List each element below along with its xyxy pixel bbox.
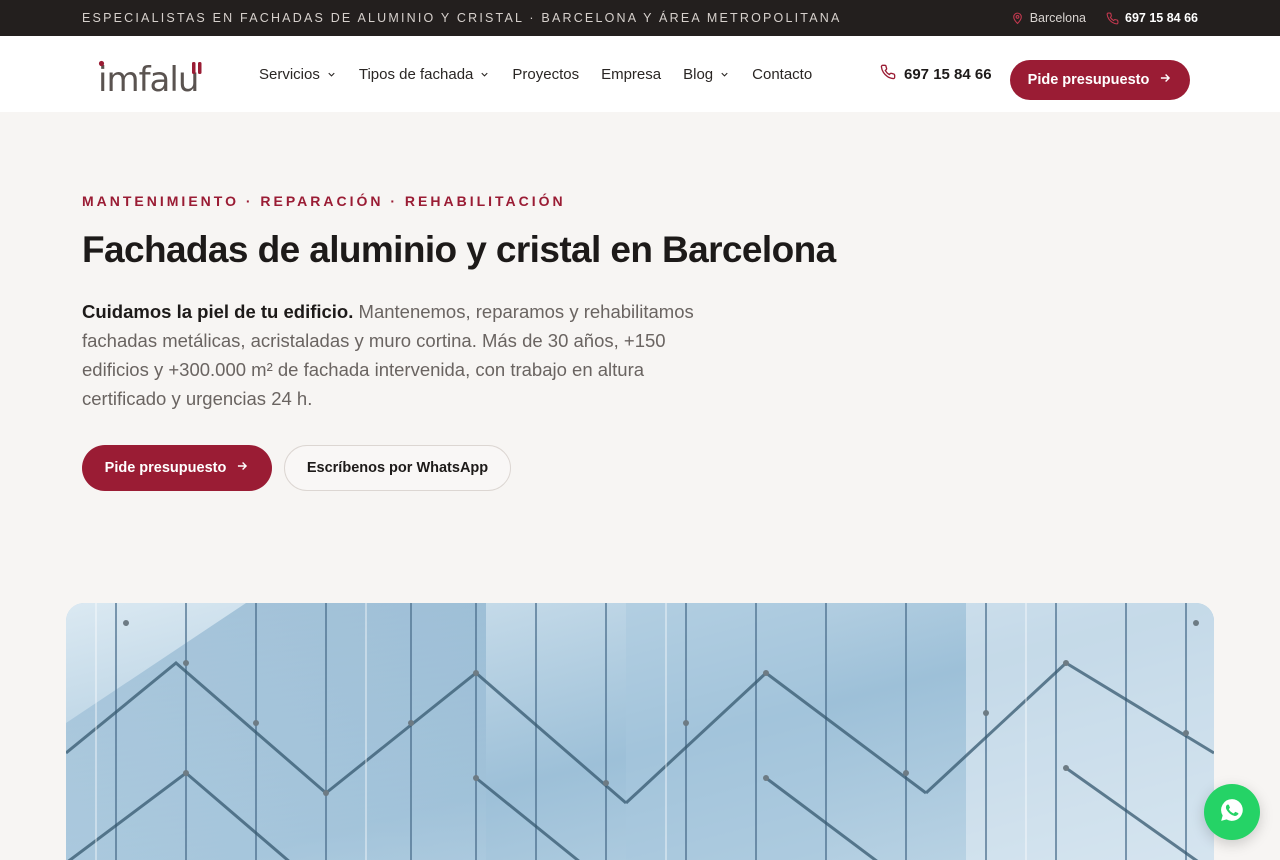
whatsapp-icon [1219, 797, 1245, 828]
nav-item-blog[interactable]: Blog [683, 66, 730, 83]
chevron-down-icon [719, 69, 730, 80]
hero-quote-button[interactable]: Pide presupuesto [82, 445, 272, 491]
imfalu-logo[interactable]: imfalu [98, 58, 210, 100]
nav-label: Contacto [752, 65, 813, 83]
nav-item-empresa[interactable]: Empresa [601, 66, 661, 83]
nav-item-contacto[interactable]: Contacto [752, 66, 812, 83]
main-nav: Servicios Tipos de fachada Proyectos Emp… [259, 36, 812, 112]
hero-whatsapp-label: Escríbenos por WhatsApp [306, 460, 489, 476]
nav-label: Empresa [601, 65, 662, 83]
hero-whatsapp-button[interactable]: Escríbenos por WhatsApp [284, 445, 511, 491]
header-quote-label: Pide presupuesto [1027, 72, 1150, 88]
hero-quote-label: Pide presupuesto [104, 460, 227, 476]
topbar-contact: Barcelona 697 15 84 66 [1011, 0, 1198, 36]
phone-icon [1106, 12, 1119, 25]
nav-label: Proyectos [512, 65, 580, 83]
nav-label: Blog [683, 65, 714, 83]
nav-item-proyectos[interactable]: Proyectos [512, 66, 579, 83]
logo-wordmark: imfalu [98, 60, 198, 98]
top-bar: ESPECIALISTAS EN FACHADAS DE ALUMINIO Y … [0, 0, 1280, 36]
nav-label: Servicios [259, 65, 320, 83]
whatsapp-float-button[interactable] [1204, 784, 1260, 840]
hero-facade-image [66, 603, 1214, 860]
chevron-down-icon [326, 69, 337, 80]
map-pin-icon [1011, 11, 1024, 25]
hero-lead-strong: Cuidamos la piel de tu edificio. [82, 301, 354, 322]
chevron-down-icon [479, 69, 490, 80]
topbar-phone-link[interactable]: 697 15 84 66 [1106, 11, 1198, 25]
topbar-tagline: ESPECIALISTAS EN FACHADAS DE ALUMINIO Y … [82, 11, 842, 25]
nav-item-tipos-de-fachada[interactable]: Tipos de fachada [359, 66, 491, 83]
topbar-location: Barcelona [1011, 11, 1086, 25]
hero-lead: Cuidamos la piel de tu edificio. Mantene… [82, 297, 722, 413]
nav-label: Tipos de fachada [358, 65, 474, 83]
topbar-location-label: Barcelona [1029, 11, 1086, 25]
topbar-phone-number: 697 15 84 66 [1125, 11, 1198, 25]
site-header: imfalu Servicios Tipos de fachada Proyec… [0, 36, 1280, 112]
header-phone-number: 697 15 84 66 [904, 65, 992, 83]
arrow-right-icon [1158, 71, 1172, 89]
hero-eyebrow: MANTENIMIENTO · REPARACIÓN · REHABILITAC… [82, 193, 566, 209]
header-phone-link[interactable]: 697 15 84 66 [880, 36, 992, 112]
phone-icon [880, 64, 896, 84]
arrow-right-icon [235, 459, 249, 477]
header-quote-button[interactable]: Pide presupuesto [1010, 60, 1190, 100]
nav-item-servicios[interactable]: Servicios [259, 66, 337, 83]
hero-title: Fachadas de aluminio y cristal en Barcel… [82, 229, 836, 270]
